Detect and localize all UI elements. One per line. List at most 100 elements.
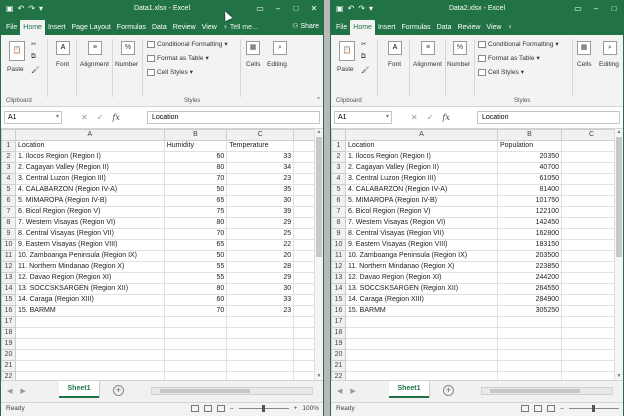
cell[interactable]: 39 bbox=[226, 206, 295, 218]
zoom-level[interactable]: 100% bbox=[302, 405, 319, 412]
scroll-down-icon[interactable]: ▼ bbox=[615, 373, 623, 380]
lightbulb-icon[interactable]: ♀ bbox=[504, 20, 512, 35]
percent-icon[interactable]: % bbox=[121, 41, 135, 55]
horizontal-scrollbar[interactable] bbox=[151, 387, 313, 395]
cell[interactable]: 20350 bbox=[497, 151, 562, 163]
cell[interactable]: 244200 bbox=[497, 272, 562, 284]
row-header[interactable]: 9 bbox=[1, 228, 16, 240]
cancel-icon[interactable]: ✕ bbox=[411, 111, 418, 124]
page-break-view-icon[interactable] bbox=[216, 405, 225, 412]
cut-icon[interactable]: ✂ bbox=[31, 40, 36, 48]
editing-label[interactable]: Editing bbox=[599, 61, 619, 68]
cell[interactable] bbox=[226, 316, 295, 328]
cell[interactable] bbox=[497, 360, 562, 372]
paste-icon[interactable]: 📋 bbox=[9, 41, 25, 61]
cell[interactable] bbox=[561, 371, 622, 380]
cell[interactable]: 4. CALABARZON (Region IV-A) bbox=[345, 184, 498, 196]
worksheet-grid[interactable]: A B C 1 Location Humidity Temperature 2 1. Il… bbox=[1, 129, 323, 380]
cell[interactable]: 9. Eastern Visayas (Region VIII) bbox=[14, 239, 165, 251]
cell[interactable]: 65 bbox=[163, 195, 228, 207]
row-header[interactable]: 21 bbox=[1, 360, 16, 372]
cell[interactable] bbox=[14, 360, 165, 372]
row-header[interactable]: 15 bbox=[1, 294, 16, 306]
row-header[interactable]: 2 bbox=[1, 151, 16, 163]
redo-icon[interactable]: ↷ bbox=[28, 0, 35, 18]
cell[interactable] bbox=[163, 360, 228, 372]
row-header[interactable]: 13 bbox=[1, 272, 16, 284]
row-header[interactable]: 19 bbox=[331, 338, 346, 350]
row-header[interactable]: 16 bbox=[1, 305, 16, 317]
row-header[interactable]: 3 bbox=[331, 162, 346, 174]
cell[interactable]: 61050 bbox=[497, 173, 562, 185]
row-header[interactable]: 4 bbox=[331, 173, 346, 185]
cell[interactable] bbox=[561, 316, 622, 328]
conditional-formatting-button[interactable]: Conditional Formatting ▾ bbox=[478, 40, 559, 48]
number-label[interactable]: Number bbox=[115, 61, 138, 68]
tab-data[interactable]: Data bbox=[434, 20, 455, 35]
zoom-in-icon[interactable]: + bbox=[294, 405, 298, 412]
cell[interactable]: 65 bbox=[163, 239, 228, 251]
cell[interactable]: 23 bbox=[226, 305, 295, 317]
formula-input[interactable]: Location bbox=[147, 111, 320, 124]
font-label[interactable]: Font bbox=[56, 61, 69, 68]
cell[interactable]: 81400 bbox=[497, 184, 562, 196]
row-header[interactable]: 19 bbox=[1, 338, 16, 350]
enter-icon[interactable]: ✓ bbox=[97, 111, 104, 124]
row-header[interactable]: 1 bbox=[1, 140, 16, 152]
row-header[interactable]: 5 bbox=[331, 184, 346, 196]
cell[interactable]: 25 bbox=[226, 228, 295, 240]
cell[interactable]: Humidity bbox=[163, 140, 228, 152]
cell[interactable] bbox=[345, 327, 498, 339]
select-all-corner[interactable] bbox=[331, 129, 346, 141]
column-header-a[interactable]: A bbox=[14, 129, 165, 141]
editing-label[interactable]: Editing bbox=[267, 61, 287, 68]
cell[interactable]: 5. MIMAROPA (Region IV-B) bbox=[14, 195, 165, 207]
row-header[interactable]: 12 bbox=[1, 261, 16, 273]
cell[interactable]: 40700 bbox=[497, 162, 562, 174]
cell[interactable] bbox=[497, 327, 562, 339]
cell[interactable]: 33 bbox=[226, 294, 295, 306]
cell[interactable]: 7. Western Visayas (Region VI) bbox=[345, 217, 498, 229]
alignment-label[interactable]: Alignment bbox=[80, 61, 109, 68]
cell[interactable]: 142450 bbox=[497, 217, 562, 229]
cell[interactable] bbox=[561, 305, 622, 317]
alignment-icon[interactable]: ≡ bbox=[421, 41, 435, 55]
row-header[interactable]: 11 bbox=[331, 250, 346, 262]
cell[interactable] bbox=[163, 338, 228, 350]
name-box[interactable]: A1 ▾ bbox=[334, 111, 392, 124]
column-header-b[interactable]: B bbox=[497, 129, 562, 141]
scroll-thumb[interactable] bbox=[160, 389, 250, 393]
format-as-table-button[interactable]: Format as Table ▾ bbox=[147, 54, 209, 62]
vertical-scrollbar[interactable]: ▲ ▼ bbox=[614, 129, 623, 380]
cell[interactable]: 7. Western Visayas (Region VI) bbox=[14, 217, 165, 229]
normal-view-icon[interactable] bbox=[521, 405, 530, 412]
row-header[interactable]: 1 bbox=[331, 140, 346, 152]
column-header-c[interactable]: C bbox=[561, 129, 622, 141]
cell[interactable] bbox=[226, 360, 295, 372]
customize-qat-icon[interactable]: ▾ bbox=[39, 0, 43, 18]
save-icon[interactable]: ▣ bbox=[336, 0, 344, 18]
cell[interactable]: 2. Cagayan Valley (Region II) bbox=[14, 162, 165, 174]
font-label[interactable]: Font bbox=[388, 61, 401, 68]
cell[interactable]: 1. Ilocos Region (Region I) bbox=[14, 151, 165, 163]
cell[interactable]: 11. Northern Mindanao (Region X) bbox=[345, 261, 498, 273]
row-header[interactable]: 3 bbox=[1, 162, 16, 174]
row-header[interactable]: 9 bbox=[331, 228, 346, 240]
editing-icon[interactable]: ⌕ bbox=[273, 41, 287, 55]
format-as-table-button[interactable]: Format as Table ▾ bbox=[478, 54, 540, 62]
cell[interactable]: 9. Eastern Visayas (Region VIII) bbox=[345, 239, 498, 251]
next-sheet-icon[interactable]: ▶ bbox=[350, 387, 355, 395]
cell[interactable]: 3. Central Luzon (Region III) bbox=[14, 173, 165, 185]
cell[interactable]: Population bbox=[497, 140, 562, 152]
cell[interactable] bbox=[561, 239, 622, 251]
tab-formulas[interactable]: Formulas bbox=[398, 20, 433, 35]
row-header[interactable]: 8 bbox=[1, 217, 16, 229]
next-sheet-icon[interactable]: ▶ bbox=[20, 387, 25, 395]
collapse-ribbon-icon[interactable]: ^ bbox=[317, 97, 320, 103]
cell[interactable] bbox=[561, 327, 622, 339]
row-header[interactable]: 11 bbox=[1, 250, 16, 262]
cell[interactable]: 55 bbox=[163, 261, 228, 273]
editing-icon[interactable]: ⌕ bbox=[603, 41, 617, 55]
page-break-view-icon[interactable] bbox=[547, 405, 556, 412]
cell[interactable] bbox=[14, 371, 165, 380]
